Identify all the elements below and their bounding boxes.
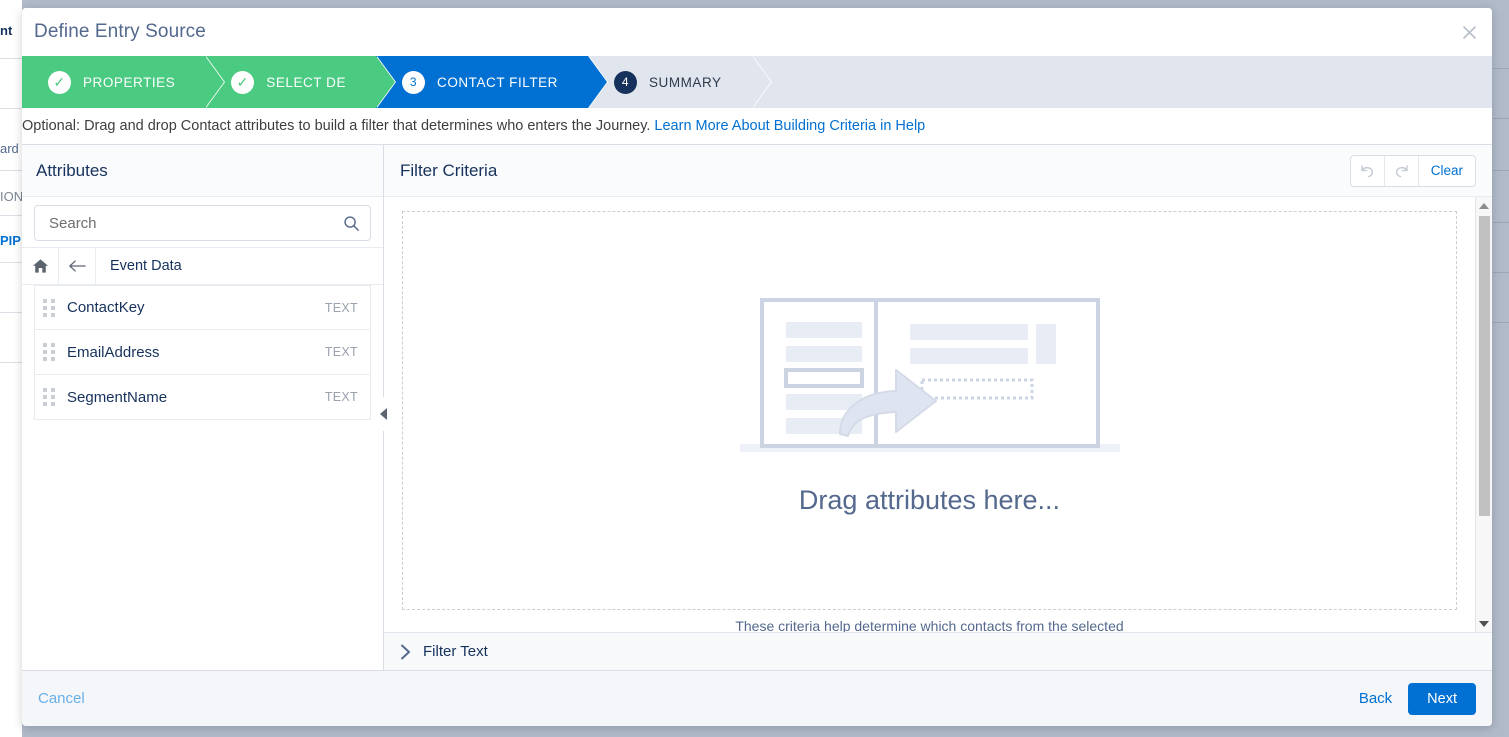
wizard-step-arrow	[205, 56, 224, 108]
breadcrumb-label[interactable]: Event Data	[96, 248, 182, 284]
wizard-progress: ✓ PROPERTIES ✓ SELECT DE 3 CONTACT FILTE…	[22, 56, 1492, 108]
attribute-row[interactable]: SegmentName TEXT	[34, 375, 371, 420]
back-arrow-icon[interactable]	[59, 248, 96, 284]
search-container	[22, 197, 383, 247]
attribute-name: EmailAddress	[67, 344, 325, 361]
wizard-step-label: SUMMARY	[649, 75, 722, 90]
learn-more-link[interactable]: Learn More About Building Criteria in He…	[654, 118, 925, 134]
search-box[interactable]	[34, 205, 371, 241]
wizard-step-summary[interactable]: 4 SUMMARY	[588, 56, 752, 108]
back-button[interactable]: Back	[1359, 690, 1392, 707]
wizard-step-select-de[interactable]: ✓ SELECT DE	[205, 56, 376, 108]
filter-text-section[interactable]: Filter Text	[384, 632, 1492, 670]
attribute-row[interactable]: ContactKey TEXT	[34, 285, 371, 330]
next-button[interactable]: Next	[1408, 683, 1476, 715]
breadcrumb: Event Data	[22, 247, 383, 285]
attribute-type: TEXT	[325, 345, 358, 359]
wizard-step-label: PROPERTIES	[83, 75, 175, 90]
home-icon[interactable]	[22, 248, 59, 284]
scroll-down-icon[interactable]	[1476, 615, 1493, 632]
attribute-type: TEXT	[325, 301, 358, 315]
scroll-up-icon[interactable]	[1476, 197, 1493, 214]
drag-handle-icon[interactable]	[43, 388, 57, 406]
panel-collapse-toggle[interactable]	[376, 397, 390, 431]
chevron-left-icon	[380, 408, 387, 420]
attributes-panel: Attributes	[22, 145, 384, 670]
attributes-heading: Attributes	[22, 145, 383, 197]
drag-handle-icon[interactable]	[43, 343, 57, 361]
wizard-step-label: CONTACT FILTER	[437, 75, 558, 90]
background-text-fragment: PIP	[0, 234, 22, 247]
criteria-footnote: These criteria help determine which cont…	[402, 610, 1457, 632]
filter-criteria-header: Filter Criteria Clear	[384, 145, 1492, 197]
wizard-tail	[752, 56, 1492, 108]
criteria-content: Drag attributes here... These criteria h…	[384, 197, 1475, 632]
search-icon[interactable]	[343, 215, 360, 232]
check-icon: ✓	[231, 71, 254, 94]
attribute-dropzone[interactable]: Drag attributes here...	[402, 211, 1457, 610]
redo-icon[interactable]	[1385, 156, 1419, 186]
criteria-scrollbar[interactable]	[1475, 197, 1492, 632]
criteria-scroll-area: Drag attributes here... These criteria h…	[384, 197, 1492, 632]
modal-body: Attributes	[22, 144, 1492, 670]
define-entry-source-modal: Define Entry Source ✓ PROPERTIES ✓ SELEC…	[22, 8, 1492, 726]
check-icon: ✓	[48, 71, 71, 94]
search-input[interactable]	[47, 214, 343, 233]
attribute-name: SegmentName	[67, 389, 325, 406]
wizard-step-properties[interactable]: ✓ PROPERTIES	[22, 56, 205, 108]
attribute-type: TEXT	[325, 390, 358, 404]
attribute-name: ContactKey	[67, 299, 325, 316]
footer-actions: Back Next	[1359, 683, 1476, 715]
wizard-step-arrow	[588, 56, 607, 108]
help-description: Optional: Drag and drop Contact attribut…	[22, 108, 1492, 144]
background-text-fragment: ION	[0, 190, 22, 203]
filter-criteria-heading: Filter Criteria	[400, 161, 497, 181]
wizard-step-label: SELECT DE	[266, 75, 346, 90]
modal-title: Define Entry Source	[34, 21, 206, 43]
wizard-step-number: 4	[614, 71, 637, 94]
modal-header: Define Entry Source	[22, 8, 1492, 56]
criteria-toolbar: Clear	[1350, 155, 1476, 187]
cancel-button[interactable]: Cancel	[38, 690, 85, 707]
drag-drop-illustration-icon	[740, 296, 1120, 461]
undo-icon[interactable]	[1351, 156, 1385, 186]
background-right-column	[1493, 0, 1509, 737]
close-icon[interactable]	[1456, 19, 1482, 45]
chevron-right-icon	[400, 644, 411, 660]
wizard-step-arrow	[376, 56, 395, 108]
modal-footer: Cancel Back Next	[22, 670, 1492, 726]
clear-button[interactable]: Clear	[1419, 156, 1475, 186]
wizard-step-number: 3	[402, 71, 425, 94]
background-left-column: nt ard ION PIP	[0, 0, 22, 737]
scrollbar-thumb[interactable]	[1479, 216, 1490, 516]
attribute-row[interactable]: EmailAddress TEXT	[34, 330, 371, 375]
attributes-list: ContactKey TEXT EmailAddress TEXT Segmen…	[22, 285, 383, 670]
wizard-step-contact-filter[interactable]: 3 CONTACT FILTER	[376, 56, 588, 108]
help-text: Optional: Drag and drop Contact attribut…	[22, 118, 650, 134]
dropzone-label: Drag attributes here...	[799, 485, 1060, 516]
filter-criteria-panel: Filter Criteria Clear	[384, 145, 1492, 670]
background-text-fragment: nt	[0, 24, 22, 37]
filter-text-label: Filter Text	[423, 643, 488, 660]
wizard-step-arrow	[752, 56, 771, 108]
drag-handle-icon[interactable]	[43, 299, 57, 317]
background-text-fragment: ard	[0, 142, 22, 155]
